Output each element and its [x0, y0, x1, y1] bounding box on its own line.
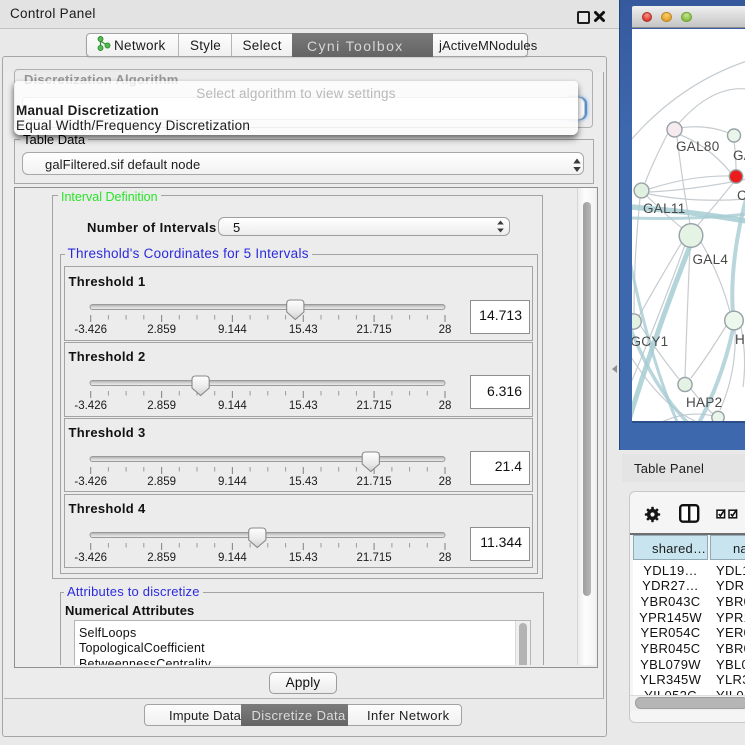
svg-text:CY: CY: [737, 188, 745, 203]
svg-text:GAL4: GAL4: [693, 252, 729, 267]
svg-text:GAL11: GAL11: [643, 201, 686, 216]
svg-text:HAP2: HAP2: [686, 395, 722, 410]
svg-text:GAL80: GAL80: [676, 139, 720, 154]
svg-text:H: H: [735, 332, 745, 347]
svg-text:GA: GA: [733, 148, 745, 163]
svg-text:GCY1: GCY1: [632, 334, 668, 349]
